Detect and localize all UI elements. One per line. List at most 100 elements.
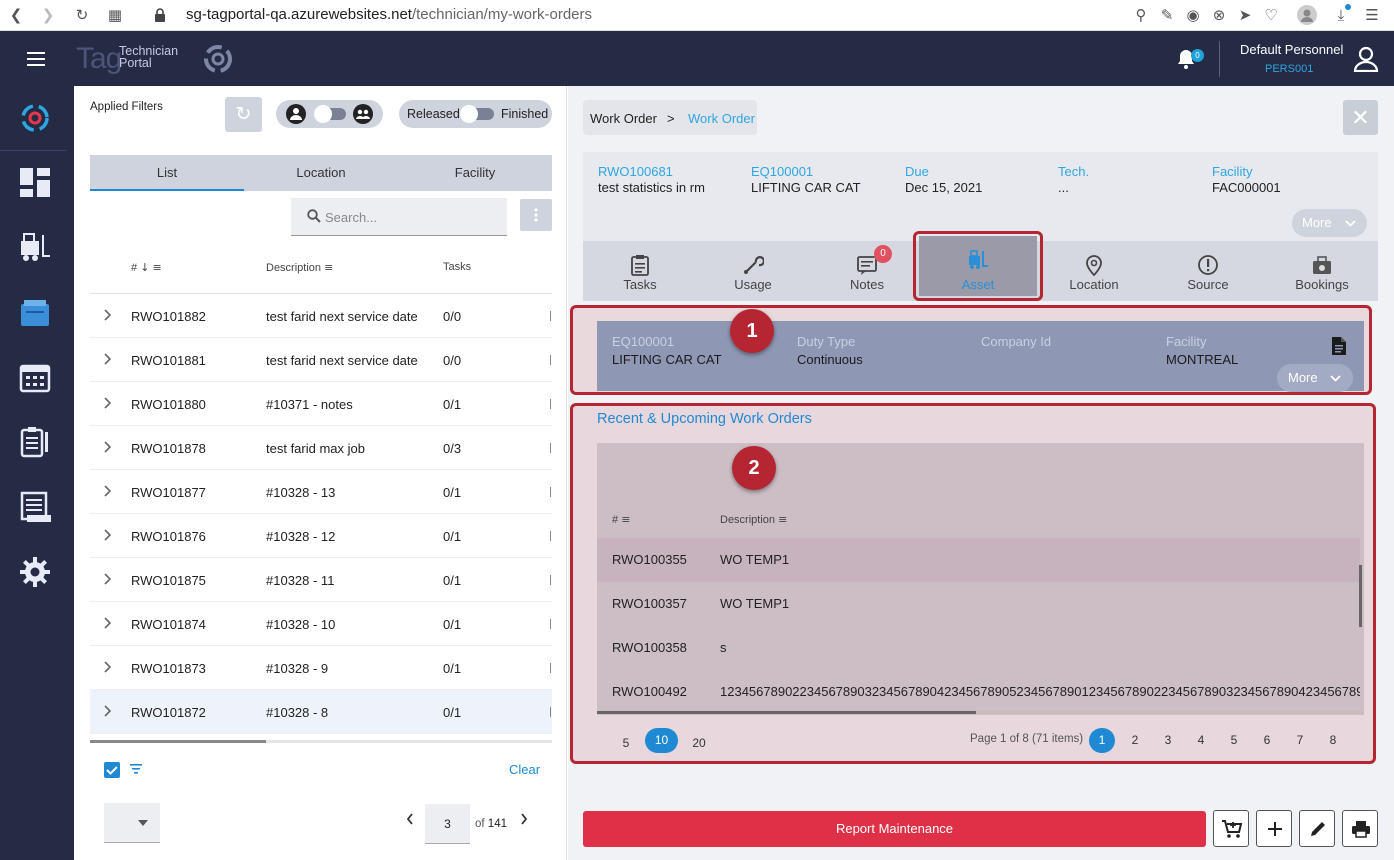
chevron-right-icon[interactable] xyxy=(102,526,114,544)
recent-row[interactable]: RWO100492 1234567890223456789032345678904… xyxy=(597,670,1360,714)
tab-bookings[interactable]: Bookings xyxy=(1265,241,1379,301)
chevron-right-icon[interactable] xyxy=(102,702,114,720)
filter-icon[interactable]: ≡ xyxy=(778,513,787,526)
tab-notes[interactable]: Notes xyxy=(810,241,924,301)
table-row[interactable]: RWO101876 #10328 - 12 0/1 xyxy=(90,514,552,558)
clipboard-icon[interactable] xyxy=(19,426,51,458)
page-size-5[interactable]: 5 xyxy=(611,731,641,755)
tab-location[interactable]: Location xyxy=(1037,241,1151,301)
chevron-right-icon[interactable] xyxy=(102,394,114,412)
search-input[interactable] xyxy=(291,198,507,236)
sort-down-icon[interactable]: ↓ xyxy=(140,261,149,274)
close-button[interactable]: ✕ xyxy=(1343,100,1378,135)
tab-usage[interactable]: Usage xyxy=(696,241,810,301)
recent-row[interactable]: RWO100355 WO TEMP1 xyxy=(597,538,1360,582)
page-2-button[interactable]: 2 xyxy=(1122,728,1148,753)
page-7-button[interactable]: 7 xyxy=(1287,728,1313,753)
tab-facility[interactable]: Facility xyxy=(398,155,552,191)
assignee-toggle[interactable] xyxy=(276,100,383,128)
tab-source[interactable]: Source xyxy=(1151,241,1265,301)
forklift-icon[interactable] xyxy=(19,231,51,263)
chevron-right-icon[interactable] xyxy=(102,570,114,588)
wo-equipment-id[interactable]: EQ100001 xyxy=(751,164,813,179)
page-number-input[interactable]: 3 xyxy=(425,804,470,844)
tab-tasks[interactable]: Tasks xyxy=(583,241,697,301)
chevron-right-icon[interactable] xyxy=(102,614,114,632)
filter-icon[interactable]: ≡ xyxy=(324,261,333,274)
heart-icon[interactable]: ♡ xyxy=(1261,5,1281,25)
next-page-icon[interactable] xyxy=(519,812,529,826)
profile-icon[interactable] xyxy=(1297,5,1317,25)
forward-icon[interactable]: ❯ xyxy=(38,5,58,25)
calendar-icon[interactable] xyxy=(19,361,51,393)
page-size-10-selected[interactable]: 10 xyxy=(645,728,678,753)
chevron-right-icon[interactable] xyxy=(102,482,114,500)
prev-page-icon[interactable] xyxy=(405,812,415,826)
page-3-button[interactable]: 3 xyxy=(1155,728,1181,753)
document-icon[interactable] xyxy=(1331,336,1347,356)
table-row[interactable]: RWO101882 test farid next service date 0/0 xyxy=(90,294,552,338)
more-options-button[interactable] xyxy=(520,199,552,231)
refresh-button[interactable]: ↻ xyxy=(225,97,262,132)
recent-row[interactable]: RWO100358 s xyxy=(597,626,1360,670)
logo-swirl-icon[interactable] xyxy=(19,102,51,134)
send-icon[interactable]: ➤ xyxy=(1235,5,1255,25)
add-button[interactable] xyxy=(1256,810,1292,847)
column-header-description[interactable]: Description ≡ xyxy=(266,261,333,274)
scrollbar-thumb[interactable] xyxy=(90,740,266,743)
table-row[interactable]: RWO101877 #10328 - 13 0/1 xyxy=(90,470,552,514)
status-toggle[interactable]: Released Finished xyxy=(399,100,552,128)
tab-list[interactable]: List xyxy=(90,155,244,191)
wo-id[interactable]: RWO100681 xyxy=(598,164,673,179)
block-icon[interactable]: ⊗ xyxy=(1209,5,1229,25)
camera-icon[interactable]: ◉ xyxy=(1183,5,1203,25)
chevron-right-icon[interactable] xyxy=(102,350,114,368)
receipt-icon[interactable] xyxy=(19,491,51,523)
hamburger-icon[interactable] xyxy=(27,52,47,66)
page-size-select[interactable] xyxy=(104,803,160,843)
clear-filters-link[interactable]: Clear xyxy=(509,762,540,777)
chevron-right-icon[interactable] xyxy=(102,438,114,456)
edit-icon[interactable]: ✎ xyxy=(1157,5,1177,25)
page-6-button[interactable]: 6 xyxy=(1254,728,1280,753)
page-5-button[interactable]: 5 xyxy=(1221,728,1247,753)
back-icon[interactable]: ❮ xyxy=(6,5,26,25)
table-row-selected[interactable]: RWO101872 #10328 - 8 0/1 xyxy=(90,690,552,734)
address-bar[interactable]: sg-tagportal-qa.azurewebsites.net/techni… xyxy=(186,6,592,23)
user-icon[interactable] xyxy=(1353,46,1379,73)
table-row[interactable]: RWO101875 #10328 - 11 0/1 xyxy=(90,558,552,602)
inbox-icon[interactable] xyxy=(19,296,51,328)
recent-column-number[interactable]: # ≡ xyxy=(612,513,630,526)
report-maintenance-button[interactable]: Report Maintenance xyxy=(583,811,1206,847)
table-row[interactable]: RWO101881 test farid next service date 0/0 xyxy=(90,338,552,382)
menu-icon[interactable]: ☰ xyxy=(1362,5,1382,25)
table-row[interactable]: RWO101880 #10371 - notes 0/1 xyxy=(90,382,552,426)
recent-row[interactable]: RWO100357 WO TEMP1 xyxy=(597,582,1360,626)
table-row[interactable]: RWO101878 test farid max job 0/3 xyxy=(90,426,552,470)
asset-equipment-id[interactable]: EQ100001 xyxy=(612,334,674,349)
page-1-button[interactable]: 1 xyxy=(1089,728,1115,753)
chevron-right-icon[interactable] xyxy=(102,306,114,324)
chevron-right-icon[interactable] xyxy=(102,658,114,676)
recent-scrollbar-thumb[interactable] xyxy=(597,711,976,714)
page-4-button[interactable]: 4 xyxy=(1188,728,1214,753)
gear-icon[interactable] xyxy=(19,556,51,588)
page-size-20[interactable]: 20 xyxy=(684,731,714,755)
find-icon[interactable]: ⚲ xyxy=(1131,5,1151,25)
column-header-number[interactable]: # ↓ ≡ xyxy=(131,261,162,274)
table-row[interactable]: RWO101874 #10328 - 10 0/1 xyxy=(90,602,552,646)
select-all-checkbox[interactable] xyxy=(104,762,120,778)
asset-more-button[interactable]: More xyxy=(1277,364,1353,392)
table-row[interactable]: RWO101873 #10328 - 9 0/1 xyxy=(90,646,552,690)
breadcrumb-parent[interactable]: Work Order xyxy=(590,111,657,126)
reload-icon[interactable]: ↻ xyxy=(72,5,92,25)
column-header-tasks[interactable]: Tasks xyxy=(443,261,471,273)
cart-button[interactable] xyxy=(1213,810,1249,847)
tab-location[interactable]: Location xyxy=(244,155,398,191)
page-8-button[interactable]: 8 xyxy=(1320,728,1346,753)
tabs-grid-icon[interactable]: ▦ xyxy=(105,5,125,25)
recent-column-description[interactable]: Description ≡ xyxy=(720,513,787,526)
dashboard-icon[interactable] xyxy=(19,166,51,198)
filter-icon[interactable] xyxy=(130,764,142,774)
filter-icon[interactable]: ≡ xyxy=(621,513,630,526)
